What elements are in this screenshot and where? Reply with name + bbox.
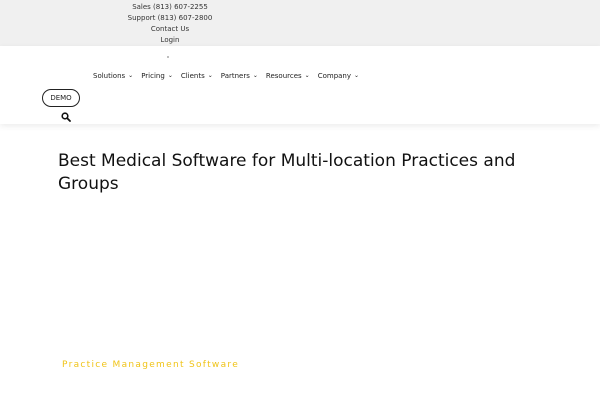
demo-button[interactable]: DEMO [42,89,80,107]
nav-item-label: Company [317,72,352,80]
sales-phone-link[interactable]: Sales (813) 607-2255 [120,2,220,13]
contact-us-link[interactable]: Contact Us [120,24,220,35]
nav-item-label: Solutions [93,72,126,80]
chevron-down-icon: ⌄ [167,72,173,79]
support-phone-link[interactable]: Support (813) 607-2800 [120,13,220,24]
main-nav: Solutions ⌄ Pricing ⌄ Clients ⌄ Partners… [93,70,367,82]
nav-item-resources[interactable]: Resources ⌄ [266,70,310,82]
nav-item-company[interactable]: Company ⌄ [318,70,359,82]
chevron-down-icon: ⌄ [304,72,310,79]
top-utility-bar: Sales (813) 607-2255 Support (813) 607-2… [0,0,600,46]
logo-placeholder [167,56,169,58]
chevron-down-icon: ⌄ [252,72,258,79]
nav-item-solutions[interactable]: Solutions ⌄ [93,70,133,82]
nav-item-pricing[interactable]: Pricing ⌄ [141,70,173,82]
nav-item-label: Clients [180,72,205,80]
nav-item-label: Partners [220,72,250,80]
chevron-down-icon: ⌄ [207,72,213,79]
nav-item-label: Resources [265,72,302,80]
nav-item-partners[interactable]: Partners ⌄ [221,70,258,82]
chevron-down-icon: ⌄ [354,72,360,79]
chevron-down-icon: ⌄ [128,72,134,79]
hero-subtitle: Practice Management Software [62,360,240,370]
nav-item-label: Pricing [141,72,165,80]
search-icon[interactable] [61,112,71,122]
top-links: Sales (813) 607-2255 Support (813) 607-2… [120,2,220,46]
page-title: Best Medical Software for Multi-location… [58,151,516,194]
site-header [0,46,600,124]
nav-item-clients[interactable]: Clients ⌄ [181,70,213,82]
login-link[interactable]: Login [120,35,220,46]
